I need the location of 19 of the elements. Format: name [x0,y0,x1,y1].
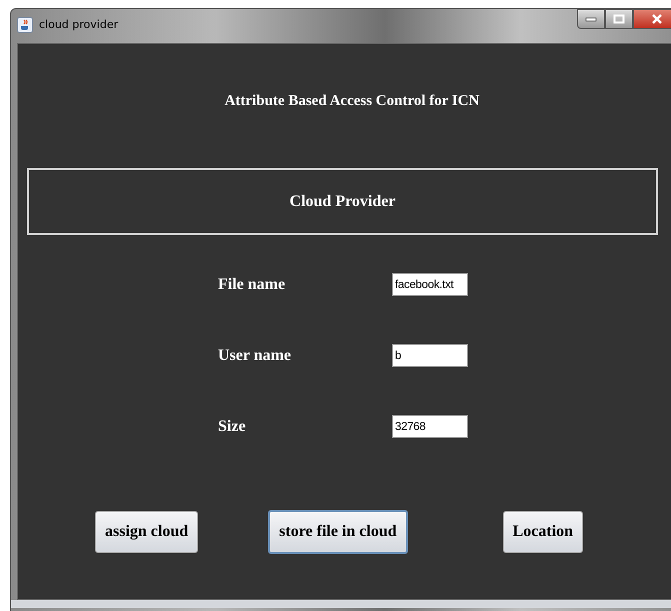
window-title: cloud provider [39,18,118,31]
action-button[interactable]: assign cloud [95,511,198,553]
close-icon [650,14,664,24]
minimize-button[interactable] [577,9,605,29]
coffee-cup-icon [17,16,33,32]
panel-title: Cloud Provider [290,192,396,210]
action-button[interactable]: Location [502,511,584,553]
input-field[interactable]: 32768 [392,415,468,438]
field-label: File name [218,276,286,294]
input-field[interactable]: facebook.txt [392,273,468,296]
maximize-icon [613,14,625,24]
close-button[interactable] [633,9,671,29]
action-button[interactable]: store file in cloud [268,510,408,554]
maximize-button[interactable] [605,9,633,29]
app-heading: Attribute Based Access Control for ICN [224,93,480,110]
field-label: User name [218,346,292,364]
field-label: Size [218,418,247,436]
minimize-icon [585,16,597,22]
input-field[interactable]: b [392,344,468,367]
